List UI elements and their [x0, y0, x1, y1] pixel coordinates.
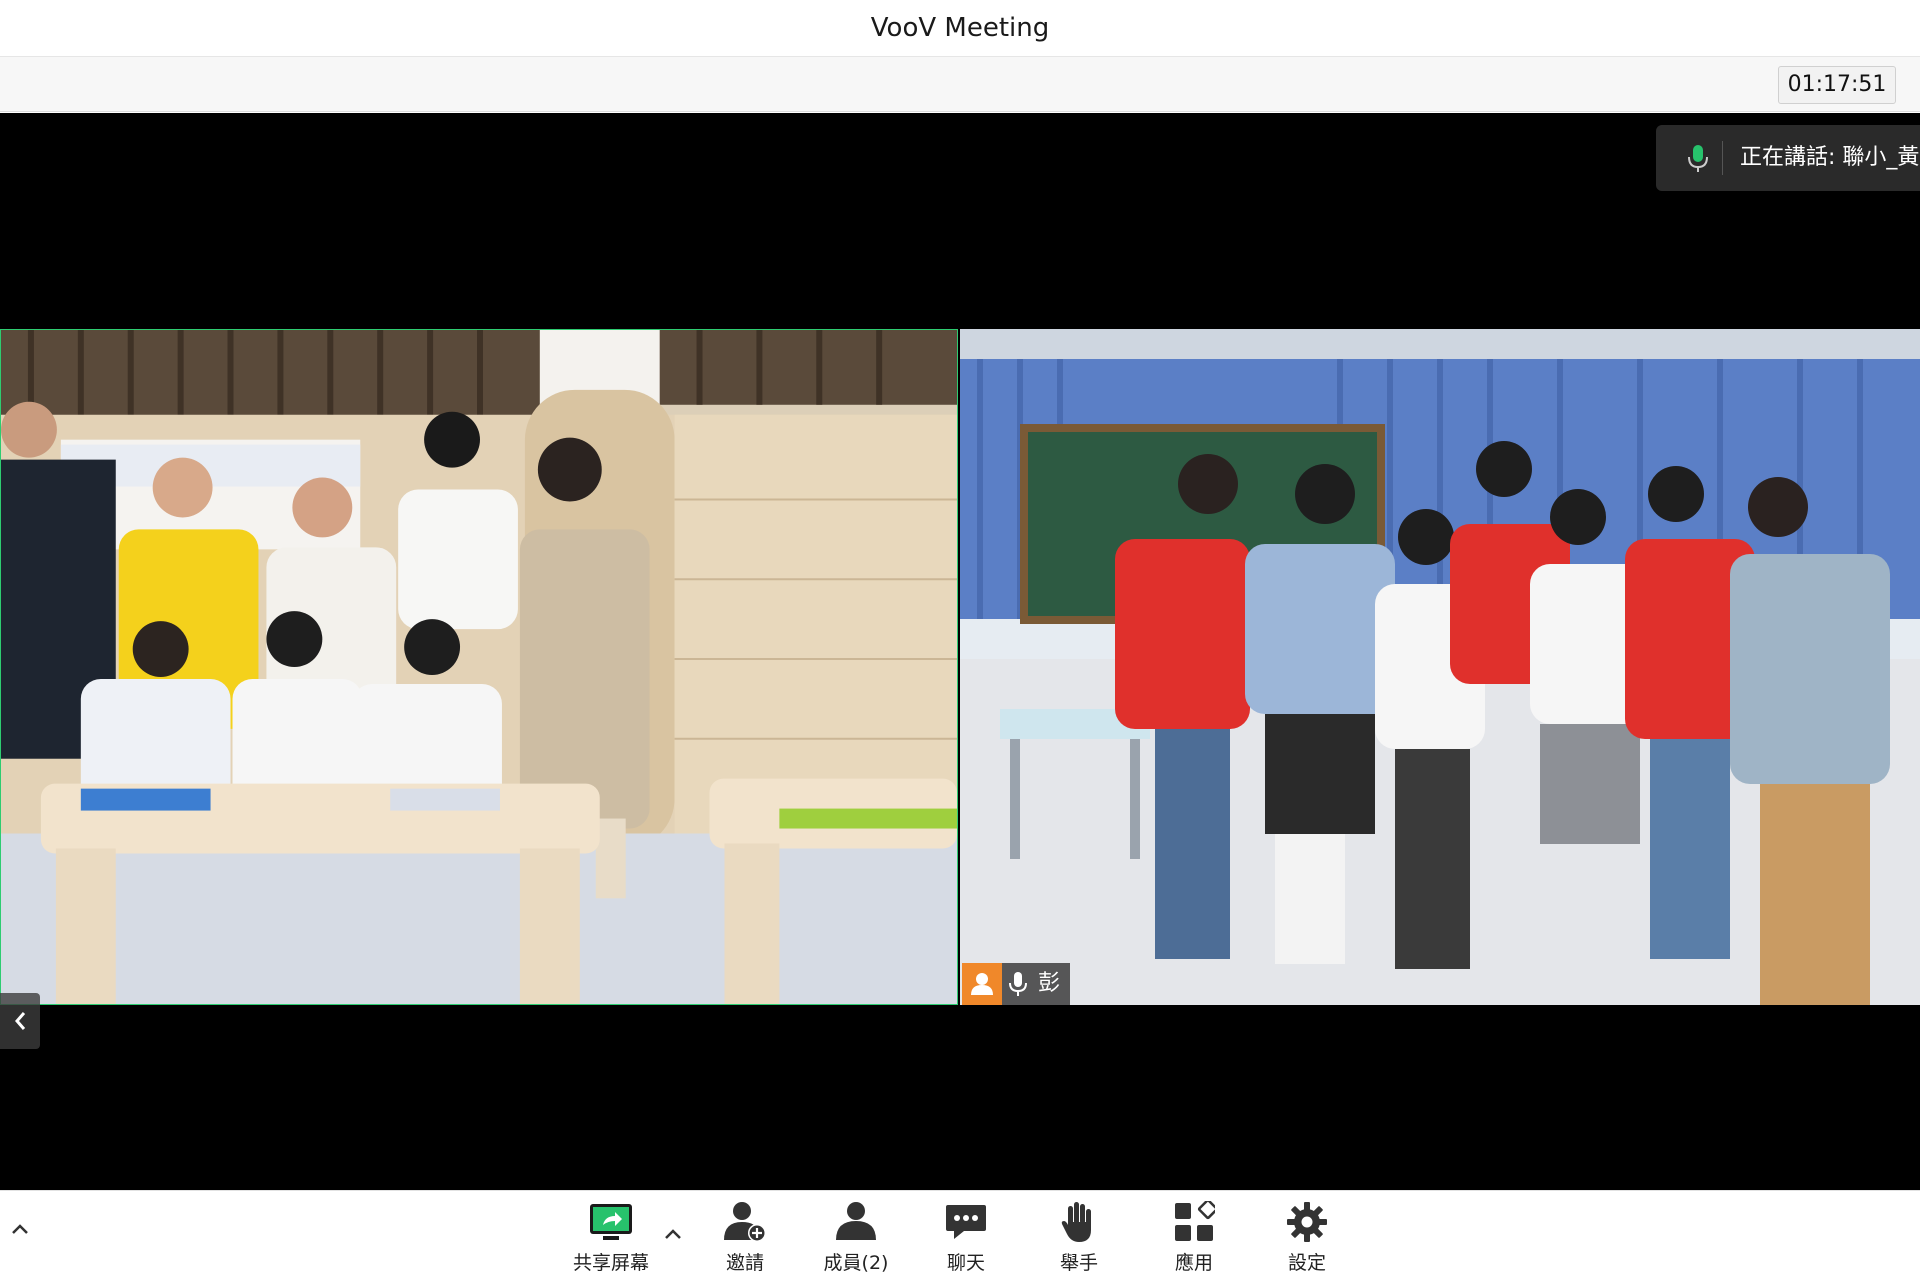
meeting-toolbar: 共享屏幕 邀請 成員(2) 聊天 舉手 應用 設定	[0, 1190, 1920, 1280]
collapse-panel-button[interactable]	[0, 993, 40, 1049]
mic-icon	[1002, 963, 1034, 1005]
video-feed-right	[960, 329, 1920, 1005]
video-stage: 正在講話: 聯小_黃 彭	[0, 113, 1920, 1190]
apps-button[interactable]: 應用	[1144, 1199, 1244, 1275]
settings-button[interactable]: 設定	[1257, 1199, 1357, 1275]
share-screen-label: 共享屏幕	[572, 1252, 649, 1274]
mic-active-icon	[1682, 142, 1714, 174]
share-screen-button[interactable]: 共享屏幕	[561, 1199, 661, 1275]
chat-bubble-icon	[943, 1199, 989, 1244]
title-bar: VooV Meeting	[0, 0, 1920, 57]
app-title: VooV Meeting	[870, 13, 1050, 43]
meeting-info-bar: 01:17:51	[0, 57, 1920, 112]
settings-label: 設定	[1287, 1252, 1326, 1274]
video-tile-right[interactable]: 彭	[960, 329, 1920, 1005]
meeting-timer: 01:17:51	[1778, 66, 1896, 104]
chevron-left-icon	[15, 1012, 26, 1030]
active-speaker-banner: 正在講話: 聯小_黃	[1656, 125, 1920, 191]
participant-name-tag: 彭	[962, 963, 1071, 1005]
members-icon	[833, 1199, 879, 1244]
apps-label: 應用	[1174, 1252, 1213, 1274]
share-screen-icon	[588, 1199, 634, 1244]
invite-button[interactable]: 邀請	[695, 1199, 795, 1275]
raise-hand-icon	[1056, 1199, 1102, 1244]
user-avatar-icon	[962, 963, 1002, 1005]
chevron-up-icon	[665, 1229, 681, 1239]
invite-label: 邀請	[725, 1252, 764, 1274]
divider	[1722, 141, 1723, 175]
active-speaker-label: 正在講話: 聯小_黃	[1740, 145, 1920, 170]
members-button[interactable]: 成員(2)	[806, 1199, 906, 1275]
apps-grid-icon	[1171, 1199, 1217, 1244]
video-tile-left[interactable]	[0, 329, 958, 1005]
chat-label: 聊天	[946, 1252, 985, 1274]
participant-name: 彭	[1038, 971, 1061, 996]
raise-hand-button[interactable]: 舉手	[1029, 1199, 1129, 1275]
chat-button[interactable]: 聊天	[916, 1199, 1016, 1275]
expand-toolbar-button[interactable]	[6, 1211, 34, 1247]
share-options-button[interactable]	[660, 1221, 686, 1247]
chevron-up-icon	[12, 1224, 28, 1234]
raise-hand-label: 舉手	[1059, 1252, 1098, 1274]
gear-icon	[1284, 1199, 1330, 1244]
members-label: 成員(2)	[823, 1252, 889, 1274]
video-feed-left	[1, 330, 957, 1004]
invite-user-icon	[722, 1199, 768, 1244]
